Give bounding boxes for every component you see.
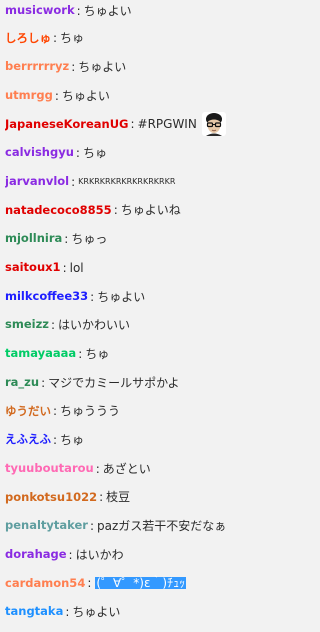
- chat-message: JapaneseKoreanUG: #RPGWIN: [5, 110, 269, 139]
- chat-message: saitoux1: lol: [5, 254, 269, 283]
- chat-separator: :: [68, 547, 73, 562]
- chat-separator: :: [89, 519, 95, 534]
- chat-message: penaltytaker: pazガス若干不安だなぁ: [5, 512, 269, 541]
- chat-separator: :: [62, 260, 67, 275]
- chat-message: calvishgyu: ちゅ: [5, 139, 269, 168]
- chat-message: ra_zu: マジでカミールサポかよ: [5, 368, 269, 397]
- chat-username[interactable]: saitoux1: [5, 262, 61, 274]
- chat-separator: :: [113, 203, 118, 218]
- chat-message: tamayaaaa: ちゅ: [5, 340, 269, 369]
- chat-separator: :: [130, 117, 135, 132]
- chat-separator: :: [53, 432, 58, 447]
- chat-separator: :: [50, 318, 56, 333]
- chat-message-text: はいかわ: [75, 547, 124, 562]
- chat-message-text: ちゅ: [85, 346, 110, 361]
- chat-username[interactable]: ra_zu: [5, 376, 39, 389]
- chat-username[interactable]: しろしゅ: [5, 32, 51, 45]
- chat-message: tyuuboutarou: あざとい: [5, 454, 269, 483]
- chat-message-text: lol: [69, 260, 84, 275]
- chat-message: berrrrrryz: ちゅよい: [5, 53, 269, 82]
- chat-message: milkcoffee33: ちゅよい: [5, 282, 269, 311]
- chat-username[interactable]: utmrgg: [5, 89, 53, 102]
- chat-username[interactable]: えふえふ: [5, 434, 51, 446]
- chat-username[interactable]: dorahage: [5, 548, 67, 561]
- chat-message-text: ちゅよい: [97, 289, 146, 304]
- chat-username[interactable]: JapaneseKoreanUG: [5, 118, 128, 131]
- chat-message: ponkotsu1022: 枝豆: [5, 483, 269, 512]
- chat-message-text: 枝豆: [106, 490, 131, 505]
- chat-username[interactable]: ゆうだい: [5, 405, 51, 418]
- chat-separator: :: [53, 404, 58, 419]
- chat-message-text: ちゅよい: [78, 60, 127, 75]
- chat-username[interactable]: ponkotsu1022: [5, 491, 97, 504]
- chat-message-text-selected: (゜∀゜*)ε｀)ﾁｭｯ: [95, 576, 187, 591]
- chat-message: tangtaka: ちゅよい: [5, 598, 269, 627]
- chat-username[interactable]: tyuuboutarou: [5, 462, 94, 475]
- chat-username[interactable]: musicwork: [5, 4, 75, 17]
- chat-separator: :: [99, 490, 104, 505]
- chat-message: えふえふ: ちゅ: [5, 426, 269, 455]
- chat-message: natadecoco8855: ちゅよいね: [5, 196, 269, 225]
- chat-message-text: pazガス若干不安だなぁ: [97, 519, 227, 534]
- chat-separator: :: [41, 375, 46, 390]
- chat-message: musicwork: ちゅよい: [5, 0, 269, 24]
- chat-username[interactable]: smeizz: [5, 319, 49, 331]
- chat-message-text: ちゅううう: [60, 404, 121, 419]
- chat-message-text: ちゅ: [60, 31, 85, 46]
- chat-list: musicwork: ちゅよい しろしゅ: ちゅ berrrrrryz: ちゅよい utmr…: [0, 0, 269, 632]
- chat-message: dorahage: はいかわ: [5, 540, 269, 569]
- chat-username[interactable]: jarvanvlol: [5, 176, 69, 188]
- chat-username[interactable]: cardamon54: [5, 577, 85, 590]
- chat-separator: :: [75, 146, 80, 161]
- chat-message: smeizz: はいかわいい: [5, 311, 269, 340]
- chat-message: cardamon54: (゜∀゜*)ε｀)ﾁｭｯ: [5, 569, 269, 598]
- chat-message-text: ちゅっ: [71, 232, 108, 247]
- chat-separator: :: [95, 461, 100, 476]
- chat-username[interactable]: mjollnira: [5, 233, 62, 245]
- chat-message-text: はいかわいい: [58, 318, 131, 333]
- chat-separator: :: [65, 605, 70, 620]
- chat-username[interactable]: milkcoffee33: [5, 290, 88, 303]
- chat-separator: :: [78, 346, 83, 361]
- chat-separator: :: [76, 3, 81, 18]
- chat-separator: :: [54, 88, 59, 103]
- chat-separator: :: [64, 232, 69, 247]
- chat-separator: :: [53, 31, 58, 46]
- chat-message: ゆうだい: ちゅううう: [5, 397, 269, 426]
- chat-message-text: ちゅよい: [61, 88, 110, 103]
- chat-message: utmrgg: ちゅよい: [5, 81, 269, 110]
- chat-separator: :: [71, 174, 76, 189]
- chat-message: jarvanvlol: KRKRKRKRKRKRKRKRKR: [5, 167, 269, 196]
- chat-separator: :: [87, 576, 92, 591]
- chat-username[interactable]: calvishgyu: [5, 147, 74, 159]
- chat-message-text: ちゅよい: [72, 605, 121, 620]
- glasses-face-emote: [201, 112, 226, 137]
- chat-message-text: ちゅよいね: [120, 203, 181, 218]
- chat-message-text: KRKRKRKRKRKRKRKRKR: [78, 176, 176, 186]
- chat-message-text: #RPGWIN: [137, 117, 197, 132]
- chat-message: しろしゅ: ちゅ: [5, 24, 269, 53]
- chat-separator: :: [90, 289, 95, 304]
- chat-message-text: マジでカミールサポかよ: [48, 375, 180, 390]
- chat-separator: :: [71, 60, 76, 75]
- chat-message: mjollnira: ちゅっ: [5, 225, 269, 254]
- chat-username[interactable]: tamayaaaa: [5, 348, 76, 360]
- chat-username[interactable]: penaltytaker: [5, 520, 88, 532]
- chat-message-text: ちゅよい: [83, 3, 132, 18]
- chat-username[interactable]: natadecoco8855: [5, 204, 112, 217]
- chat-message-text: あざとい: [102, 461, 151, 476]
- chat-message-text: ちゅ: [60, 432, 85, 447]
- chat-username[interactable]: tangtaka: [5, 606, 63, 618]
- chat-username[interactable]: berrrrrryz: [5, 61, 69, 73]
- chat-message-text: ちゅ: [82, 146, 107, 161]
